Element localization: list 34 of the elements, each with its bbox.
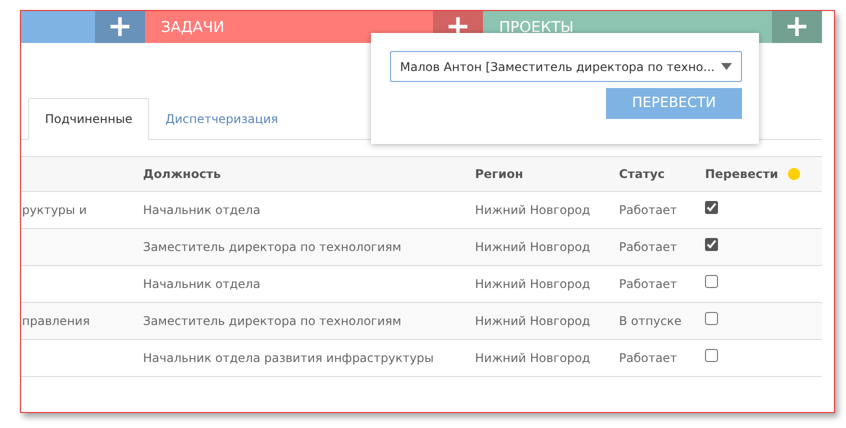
table-cell: Нижний Новгород xyxy=(475,240,590,254)
table-cell: Начальник отдела xyxy=(143,203,260,217)
table-cell: Нижний Новгород xyxy=(475,351,590,365)
checkbox[interactable] xyxy=(705,274,718,288)
checkbox[interactable] xyxy=(705,348,718,362)
section-header[interactable]: ЗАДАЧИ xyxy=(145,11,433,43)
checkbox[interactable] xyxy=(705,200,718,214)
caret-icon xyxy=(721,63,732,70)
add-button[interactable]: + xyxy=(95,11,145,43)
table-cell: Начальник отдела xyxy=(143,277,260,291)
column-header: Перевести xyxy=(705,166,778,183)
column-header: Регион xyxy=(475,166,524,183)
table-cell: Нижний Новгород xyxy=(475,314,590,328)
table-cell: Заместитель директора по технологиям xyxy=(143,240,402,254)
table-cell: Работает xyxy=(619,203,678,217)
table-cell: Работает xyxy=(619,351,678,365)
table-cell: Работает xyxy=(619,240,678,254)
table-cell: Работает xyxy=(619,277,678,291)
tab[interactable]: Диспетчеризация xyxy=(149,98,294,140)
add-button[interactable]: + xyxy=(772,11,822,43)
checkbox[interactable] xyxy=(705,312,718,324)
employee-select[interactable]: Малов Антон [Заместитель директора по техно... xyxy=(390,51,742,82)
table-cell: руктуры и xyxy=(22,203,87,217)
column-header: Должность xyxy=(143,166,221,183)
table-cell: В отпуске xyxy=(619,314,682,328)
tab[interactable]: Подчиненные xyxy=(28,98,150,140)
table-cell: Нижний Новгород xyxy=(475,203,590,217)
table-cell: Заместитель директора по технологиям xyxy=(143,314,402,328)
checkbox[interactable] xyxy=(705,238,718,250)
table-cell: Нижний Новгород xyxy=(475,277,590,291)
transfer-button[interactable]: ПЕРЕВЕСТИ xyxy=(606,88,742,119)
table-cell: Начальник отдела развития инфраструктуры xyxy=(143,351,434,365)
table-cell: правления xyxy=(22,314,90,328)
column-header: Статус xyxy=(619,166,665,183)
